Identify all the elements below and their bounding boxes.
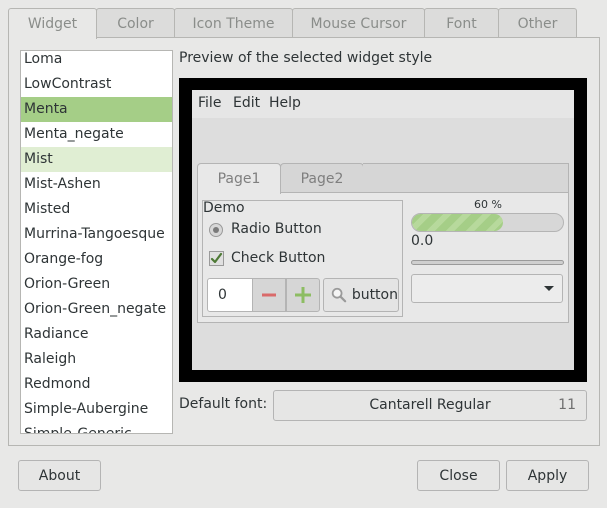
theme-list-item[interactable]: Menta xyxy=(21,97,172,122)
combo-box[interactable] xyxy=(411,274,563,303)
theme-list-item[interactable]: Mist xyxy=(21,147,172,172)
progress-bar xyxy=(411,213,564,232)
theme-list-item[interactable]: Radiance xyxy=(21,322,172,347)
tab-label: Page1 xyxy=(217,171,261,187)
preview-tab-strip xyxy=(363,163,569,193)
menu-edit[interactable]: Edit xyxy=(233,95,260,111)
check-button[interactable] xyxy=(209,251,224,266)
tab-label: Widget xyxy=(27,16,78,32)
preview-tab-page1[interactable]: Page1 xyxy=(197,163,281,194)
radio-indicator xyxy=(213,227,219,233)
button-label: button xyxy=(351,287,398,303)
apply-button[interactable]: Apply xyxy=(506,460,589,491)
theme-list-item[interactable]: Orion-Green xyxy=(21,272,172,297)
theme-list-item[interactable]: Redmond xyxy=(21,372,172,397)
search-icon xyxy=(331,287,347,303)
theme-list-item[interactable]: Loma xyxy=(21,51,172,72)
spin-increment-button[interactable] xyxy=(286,278,320,312)
tab-label: Other xyxy=(517,15,558,32)
theme-list-item[interactable]: Misted xyxy=(21,197,172,222)
preview-tab-page2[interactable]: Page2 xyxy=(280,163,364,193)
theme-list-item[interactable]: Menta_negate xyxy=(21,122,172,147)
font-name: Cantarell Regular xyxy=(369,397,491,413)
tab-mouse-cursor[interactable]: Mouse Cursor xyxy=(292,8,425,38)
theme-list-item[interactable]: Mist-Ashen xyxy=(21,172,172,197)
theme-list[interactable]: Loma LowContrast Menta Menta_negate Mist Mist… xyxy=(20,50,173,434)
theme-list-item[interactable]: Simple-Aubergine xyxy=(21,397,172,422)
theme-list-item[interactable]: Simple-Generic xyxy=(21,422,172,433)
tab-icon-theme[interactable]: Icon Theme xyxy=(174,8,293,38)
progress-text: 60 % xyxy=(474,198,502,211)
button-label: Close xyxy=(439,467,478,484)
font-size: 11 xyxy=(558,397,576,413)
tab-bar: Widget Color Icon Theme Mouse Cursor Fon… xyxy=(8,8,600,39)
plus-icon xyxy=(295,287,311,303)
spin-entry[interactable]: 0 xyxy=(207,278,253,312)
default-font-button[interactable]: Cantarell Regular 11 xyxy=(273,390,587,421)
theme-list-item[interactable]: Orange-fog xyxy=(21,247,172,272)
theme-list-items: Loma LowContrast Menta Menta_negate Mist Mist… xyxy=(21,51,172,433)
demo-frame-label: Demo xyxy=(203,200,245,216)
button-label: Apply xyxy=(527,467,568,484)
tab-label: Page2 xyxy=(300,170,344,187)
preview-button[interactable]: button xyxy=(323,278,399,312)
menu-help[interactable]: Help xyxy=(269,95,301,111)
theme-list-item[interactable]: Murrina-Tangoesque xyxy=(21,222,172,247)
default-font-label: Default font: xyxy=(179,396,268,412)
theme-list-item[interactable]: Orion-Green_negate xyxy=(21,297,172,322)
checkmark-icon xyxy=(210,252,223,264)
close-button[interactable]: Close xyxy=(417,460,500,491)
menu-file[interactable]: File xyxy=(198,95,221,111)
chevron-down-icon xyxy=(544,286,554,291)
tab-label: Font xyxy=(446,15,477,32)
preview-title: Preview of the selected widget style xyxy=(179,50,433,66)
scale-slider[interactable] xyxy=(411,260,564,265)
spin-decrement-button[interactable] xyxy=(252,278,286,312)
button-label: About xyxy=(38,467,81,484)
theme-list-item[interactable]: Raleigh xyxy=(21,347,172,372)
tab-font[interactable]: Font xyxy=(424,8,499,38)
progress-fill xyxy=(412,214,503,231)
scale-value: 0.0 xyxy=(411,233,434,249)
tab-label: Mouse Cursor xyxy=(310,15,407,32)
radio-button-label[interactable]: Radio Button xyxy=(231,221,322,237)
minus-icon xyxy=(262,293,276,297)
about-button[interactable]: About xyxy=(18,460,101,491)
tab-label: Icon Theme xyxy=(192,15,275,32)
tab-color[interactable]: Color xyxy=(96,8,175,38)
tab-other[interactable]: Other xyxy=(498,8,577,38)
tab-label: Color xyxy=(117,15,154,32)
preview-menubar: File Edit Help xyxy=(192,90,574,118)
tab-widget[interactable]: Widget xyxy=(8,8,97,39)
theme-list-item[interactable]: LowContrast xyxy=(21,72,172,97)
check-button-label[interactable]: Check Button xyxy=(231,250,325,266)
